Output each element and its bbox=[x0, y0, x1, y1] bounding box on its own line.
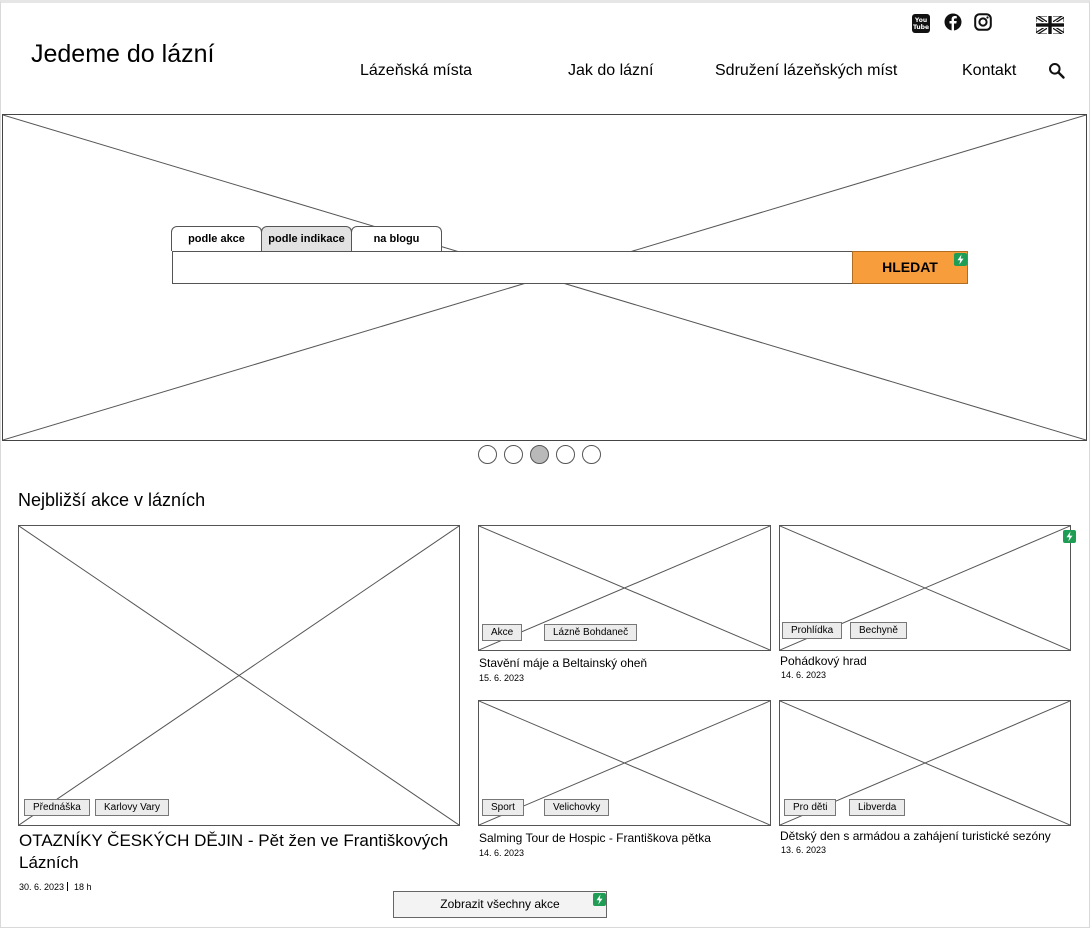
nav-item-sdruzeni[interactable]: Sdružení lázeňských míst bbox=[715, 62, 897, 80]
event-card-tag-category[interactable]: Sport bbox=[482, 799, 524, 816]
featured-tag-place[interactable]: Karlovy Vary bbox=[95, 799, 169, 816]
carousel-dot-1[interactable] bbox=[478, 445, 497, 464]
event-card-date: 14. 6. 2023 bbox=[479, 848, 525, 858]
event-card-tag-place[interactable]: Velichovky bbox=[544, 799, 610, 816]
search-input[interactable] bbox=[172, 251, 853, 284]
featured-event-time: 18 h bbox=[74, 882, 92, 892]
show-all-events-button[interactable]: Zobrazit všechny akce bbox=[393, 891, 607, 918]
flash-icon bbox=[954, 253, 967, 266]
nav-item-jak-do-lazni[interactable]: Jak do lázní bbox=[568, 62, 653, 80]
facebook-icon[interactable] bbox=[944, 13, 962, 31]
featured-event-date: 30. 6. 2023 bbox=[19, 882, 65, 892]
flash-icon bbox=[1063, 530, 1076, 543]
svg-text:Tube: Tube bbox=[913, 24, 929, 31]
nav-item-kontakt[interactable]: Kontakt bbox=[962, 62, 1016, 80]
tab-na-blogu[interactable]: na blogu bbox=[351, 226, 442, 251]
featured-tag-category[interactable]: Přednáška bbox=[24, 799, 90, 816]
carousel-dot-4[interactable] bbox=[556, 445, 575, 464]
tab-podle-akce[interactable]: podle akce bbox=[171, 226, 262, 251]
carousel-dot-3[interactable] bbox=[530, 445, 549, 464]
event-card-tag-place[interactable]: Lázně Bohdaneč bbox=[544, 624, 638, 641]
event-card-date: 13. 6. 2023 bbox=[781, 845, 827, 855]
event-card-tag-category[interactable]: Prohlídka bbox=[782, 622, 843, 639]
search-icon[interactable] bbox=[1048, 62, 1066, 80]
nav-item-lazenska-mista[interactable]: Lázeňská místa bbox=[360, 62, 472, 80]
tab-podle-indikace[interactable]: podle indikace bbox=[261, 226, 352, 251]
event-card-title[interactable]: Pohádkový hrad bbox=[780, 654, 867, 668]
event-card-title[interactable]: Stavění máje a Beltainský oheň bbox=[479, 656, 647, 670]
event-card-title[interactable]: Salming Tour de Hospic - Františkova pět… bbox=[479, 831, 711, 845]
section-title: Nejbližší akce v lázních bbox=[18, 490, 206, 510]
event-card-tag-place[interactable]: Libverda bbox=[849, 799, 906, 816]
carousel-dot-5[interactable] bbox=[582, 445, 601, 464]
instagram-icon[interactable] bbox=[974, 13, 992, 31]
event-card-date: 15. 6. 2023 bbox=[479, 673, 525, 683]
english-flag-icon[interactable] bbox=[1036, 16, 1064, 34]
event-card-title[interactable]: Dětský den s armádou a zahájení turistic… bbox=[780, 829, 1051, 843]
search-button[interactable]: HLEDAT bbox=[852, 251, 968, 284]
featured-event-image[interactable] bbox=[18, 525, 460, 826]
youtube-icon[interactable]: You Tube bbox=[911, 13, 931, 34]
event-card-tag-category[interactable]: Akce bbox=[482, 624, 523, 641]
carousel-dot-2[interactable] bbox=[504, 445, 523, 464]
event-card-date: 14. 6. 2023 bbox=[781, 670, 827, 680]
meta-divider bbox=[67, 882, 69, 891]
event-card-tag-place[interactable]: Bechyně bbox=[850, 622, 907, 639]
event-card-tag-category[interactable]: Pro děti bbox=[784, 799, 837, 816]
flash-icon bbox=[593, 893, 606, 906]
svg-text:You: You bbox=[914, 17, 927, 24]
featured-event-meta: 30. 6. 2023 18 h bbox=[19, 882, 92, 892]
site-title[interactable]: Jedeme do lázní bbox=[31, 40, 214, 69]
featured-event-title[interactable]: OTAZNÍKY ČESKÝCH DĚJIN - Pět žen ve Fran… bbox=[19, 830, 459, 874]
